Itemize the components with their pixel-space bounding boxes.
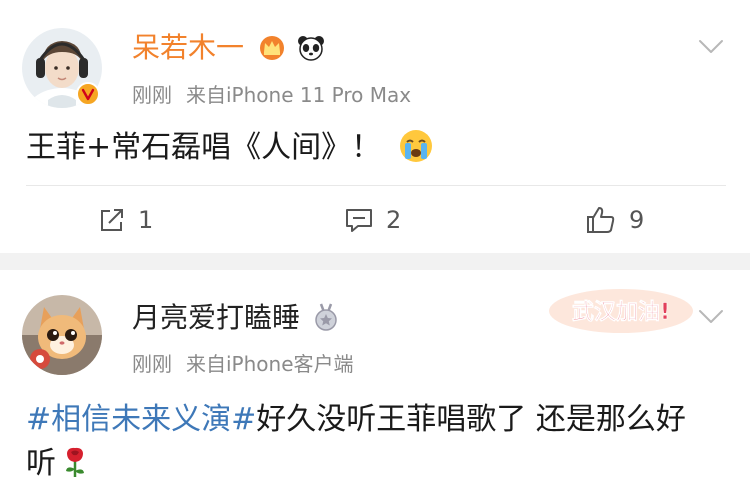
post-time: 刚刚 xyxy=(132,352,172,376)
medal-icon xyxy=(315,303,337,331)
rose-emoji-icon xyxy=(66,447,84,477)
username[interactable]: 呆若木一 xyxy=(132,32,326,64)
sticker-text: 武汉加油! xyxy=(572,300,670,325)
post-source[interactable]: 来自iPhone 11 Pro Max xyxy=(186,83,411,107)
share-count: 1 xyxy=(138,206,154,234)
post-text: #相信未来义演#好久没听王菲唱歌了 还是那么好听 xyxy=(26,398,706,486)
chevron-down-icon[interactable] xyxy=(697,38,725,56)
post-time: 刚刚 xyxy=(132,83,172,107)
wuhan-jiayou-sticker: 武汉加油! xyxy=(549,289,693,333)
like-icon xyxy=(587,207,615,233)
comment-count: 2 xyxy=(386,206,402,234)
comment-button[interactable]: 2 xyxy=(344,203,401,237)
avatar[interactable] xyxy=(22,295,102,375)
post-meta: 刚刚 来自iPhone客户端 xyxy=(132,351,354,377)
post-meta: 刚刚 来自iPhone 11 Pro Max xyxy=(132,82,411,108)
verified-badge-icon xyxy=(76,82,100,106)
topic-link[interactable]: #相信未来义演# xyxy=(26,402,256,437)
username[interactable]: 月亮爱打瞌睡 xyxy=(132,302,339,334)
avatar-image xyxy=(22,295,102,375)
comment-icon xyxy=(346,209,372,232)
crown-icon xyxy=(259,36,284,60)
post-body: 王菲+常石磊唱《人间》！ xyxy=(26,130,382,165)
share-button[interactable]: 1 xyxy=(98,203,153,237)
like-button[interactable]: 9 xyxy=(585,203,644,237)
weibo-post-1: 呆若木一 刚刚来自iPhone 11 Pro Max 王菲+常石磊唱《人间》！ xyxy=(0,0,750,253)
panda-icon xyxy=(297,36,324,61)
like-count: 9 xyxy=(629,206,645,234)
crying-emoji-icon xyxy=(399,130,432,162)
avatar[interactable] xyxy=(22,28,102,108)
post-text: 王菲+常石磊唱《人间》！ xyxy=(26,126,435,170)
divider xyxy=(26,185,726,186)
username-text: 呆若木一 xyxy=(132,31,245,64)
post-source[interactable]: 来自iPhone客户端 xyxy=(186,352,354,376)
share-icon xyxy=(101,209,123,231)
chevron-down-icon[interactable] xyxy=(697,308,725,326)
username-text: 月亮爱打瞌睡 xyxy=(132,301,301,334)
